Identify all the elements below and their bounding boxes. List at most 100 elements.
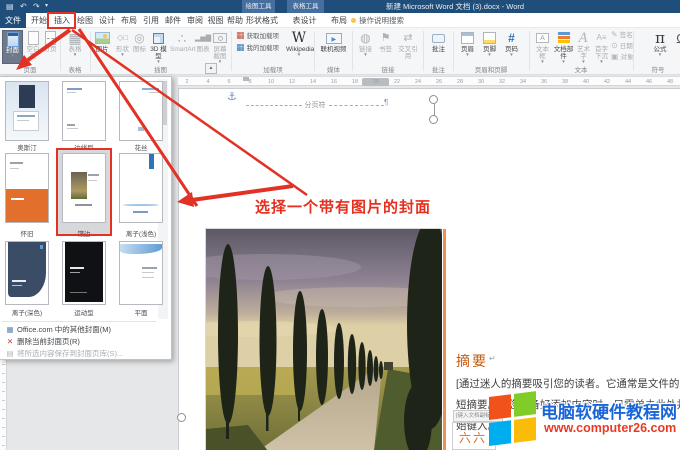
rotate-handle[interactable]	[429, 95, 438, 104]
cover-thumbnail-边线型[interactable]	[62, 81, 106, 141]
tab-布局[interactable]: 布局	[119, 13, 139, 28]
ribbon-button-我的加载项[interactable]: ▦我的加载项	[236, 43, 284, 53]
cover-photo[interactable]	[205, 228, 441, 450]
delete-cover-icon: ✕	[3, 336, 17, 347]
ribbon-button-联机视频[interactable]: ▶联机视频	[319, 30, 348, 64]
ribbon-button-首字下沉[interactable]: A≡首字下沉▼	[593, 30, 610, 64]
ribbon-button-symbol-partial[interactable]: Ω	[674, 30, 680, 64]
button-label: 签名行	[620, 32, 633, 39]
ribbon-button-获取加载项[interactable]: ▦获取加载项	[236, 31, 284, 41]
ribbon-button-艺术字[interactable]: A艺术字▼	[575, 30, 592, 64]
tab-设计[interactable]: 设计	[97, 13, 117, 28]
ribbon-button-屏幕截图[interactable]: 屏幕截图▼	[211, 30, 229, 64]
ribbon-button-空白页[interactable]: 空白页	[24, 30, 42, 64]
ribbon-button-书签[interactable]: ⚑书签	[376, 30, 395, 64]
ribbon-button-链接[interactable]: ◍链接▼	[356, 30, 375, 64]
link-icon: ◍	[356, 30, 375, 46]
body-line[interactable]: [通过迷人的摘要吸引您的读者。它通常是文件的简	[456, 376, 680, 391]
ruler-number: 14	[308, 78, 318, 86]
icons-icon: ◎	[132, 30, 147, 46]
tab-视图[interactable]: 视图	[206, 13, 225, 28]
ribbon-button-形状[interactable]: ◇□形状▼	[114, 30, 131, 64]
abstract-heading[interactable]: 摘要	[456, 351, 488, 371]
cover-thumbnail-离子(深色)[interactable]	[5, 241, 49, 305]
author-name[interactable]: 六六	[459, 429, 487, 446]
cover-thumbnail-奥斯汀[interactable]	[5, 81, 49, 141]
ribbon-button-Wikipedia[interactable]: WWikipedia▼	[286, 30, 312, 64]
cover-page-icon	[3, 31, 22, 47]
ribbon-button-3D 模型[interactable]: 3D 模型▼	[148, 30, 169, 64]
ribbon-button-图表[interactable]: ▂▅▇图表	[195, 30, 211, 64]
ribbon-button-分页[interactable]: 分页	[42, 30, 58, 64]
table-icon: ▦	[63, 30, 87, 46]
ruler-number: 28	[455, 78, 465, 86]
anchor-icon: ⚓	[227, 90, 237, 103]
tab-绘图[interactable]: 绘图	[75, 13, 95, 28]
save-icon[interactable]: ▤	[6, 0, 14, 13]
cover-thumbnail-平面[interactable]	[119, 241, 163, 305]
undo-icon[interactable]: ↶	[20, 0, 27, 13]
ribbon-button-签名行[interactable]: ✎签名行	[611, 31, 633, 41]
ribbon-button-页码[interactable]: #页码▼	[501, 30, 522, 64]
cover-thumbnail-离子(浅色)[interactable]	[119, 153, 163, 223]
content-control-tag[interactable]: [键入文档副标题]	[453, 410, 503, 422]
button-label: 图标	[132, 46, 147, 53]
tab-布局[interactable]: 布局	[329, 13, 349, 28]
cover-thumbnail-镶边[interactable]	[62, 153, 106, 223]
dropdown-arrow-icon: ▼	[286, 53, 312, 57]
ribbon-button-文档部件[interactable]: 文档部件▼	[553, 30, 574, 64]
cover-thumbnail-花丝[interactable]	[119, 81, 163, 141]
ribbon-button-日期和时间[interactable]: ⊙日期和时间	[611, 42, 633, 52]
cover-thumbnail-label: 怀旧	[0, 228, 55, 238]
footer-icon	[479, 30, 500, 46]
gallery-menu-item: ▤将所选内容保存到封面页库(S)...	[3, 348, 163, 359]
cover-thumbnail-运动型[interactable]	[62, 241, 106, 305]
ribbon-button-封面[interactable]: 封面▼	[2, 30, 23, 64]
tab-邮件[interactable]: 邮件	[163, 13, 183, 28]
tab-表设计[interactable]: 表设计	[291, 13, 318, 28]
group-label-批注: 批注	[425, 64, 452, 74]
tab-形状格式[interactable]: 形状格式	[246, 13, 274, 28]
button-label: 书签	[376, 46, 395, 53]
group-divider	[231, 31, 232, 71]
resize-handle-left[interactable]	[177, 413, 186, 422]
cover-thumbnail-怀旧[interactable]	[5, 153, 49, 223]
ribbon-button-图标[interactable]: ◎图标	[132, 30, 147, 64]
page-break-dash	[246, 105, 302, 106]
quick-access-customize-icon[interactable]: ▾	[45, 0, 48, 13]
dropdown-arrow-icon: ▼	[114, 53, 131, 57]
ribbon-button-批注[interactable]: 批注	[427, 30, 450, 64]
paragraph-mark: ↵	[489, 354, 496, 363]
ribbon-button-SmartArt[interactable]: ∴SmartArt	[170, 30, 194, 64]
tab-文件[interactable]: 文件	[0, 13, 26, 28]
ribbon-button-对象[interactable]: ▣对象	[611, 53, 633, 63]
ribbon-button-图片[interactable]: 图片	[92, 30, 112, 64]
group-label-加载项: 加载项	[233, 64, 313, 74]
resize-handle-top[interactable]	[429, 115, 438, 124]
ribbon-button-页脚[interactable]: 页脚▼	[479, 30, 500, 64]
tab-开始[interactable]: 开始	[29, 13, 49, 28]
gallery-menu-item[interactable]: ▦Office.com 中的其他封面(M)	[3, 324, 163, 335]
page-break-label: 分页符	[302, 100, 329, 110]
ruler-number: 20	[371, 78, 381, 86]
tab-引用[interactable]: 引用	[141, 13, 161, 28]
ribbon-button-文本框[interactable]: A文本框▼	[533, 30, 552, 64]
page-break-line: 分页符	[246, 100, 384, 110]
ribbon-button-表格[interactable]: ▦表格▼	[63, 30, 87, 64]
tab-帮助[interactable]: 帮助	[226, 13, 244, 28]
button-label: 首字下沉	[593, 46, 610, 60]
scroll-up-button[interactable]: ▲	[205, 63, 217, 74]
horizontal-ruler[interactable]: 2468101214161820222426283032343638404244…	[178, 76, 680, 86]
ruler-number: 46	[644, 78, 654, 86]
gallery-menu-item[interactable]: ✕删除当前封面页(R)	[3, 336, 163, 347]
ribbon-button-交叉引用[interactable]: ⇄交叉引用	[396, 30, 420, 64]
gallery-separator	[2, 321, 156, 322]
author-content-control[interactable]: 六六	[452, 422, 496, 450]
tab-审阅[interactable]: 审阅	[185, 13, 205, 28]
tell-me-search[interactable]: 操作说明搜索	[351, 13, 404, 28]
tab-插入[interactable]: 插入	[51, 13, 73, 28]
redo-icon[interactable]: ↷	[33, 0, 40, 13]
ribbon-button-公式[interactable]: π公式▼	[650, 30, 670, 64]
ribbon-button-页眉[interactable]: 页眉▼	[457, 30, 478, 64]
ruler-number: 2	[182, 78, 192, 86]
